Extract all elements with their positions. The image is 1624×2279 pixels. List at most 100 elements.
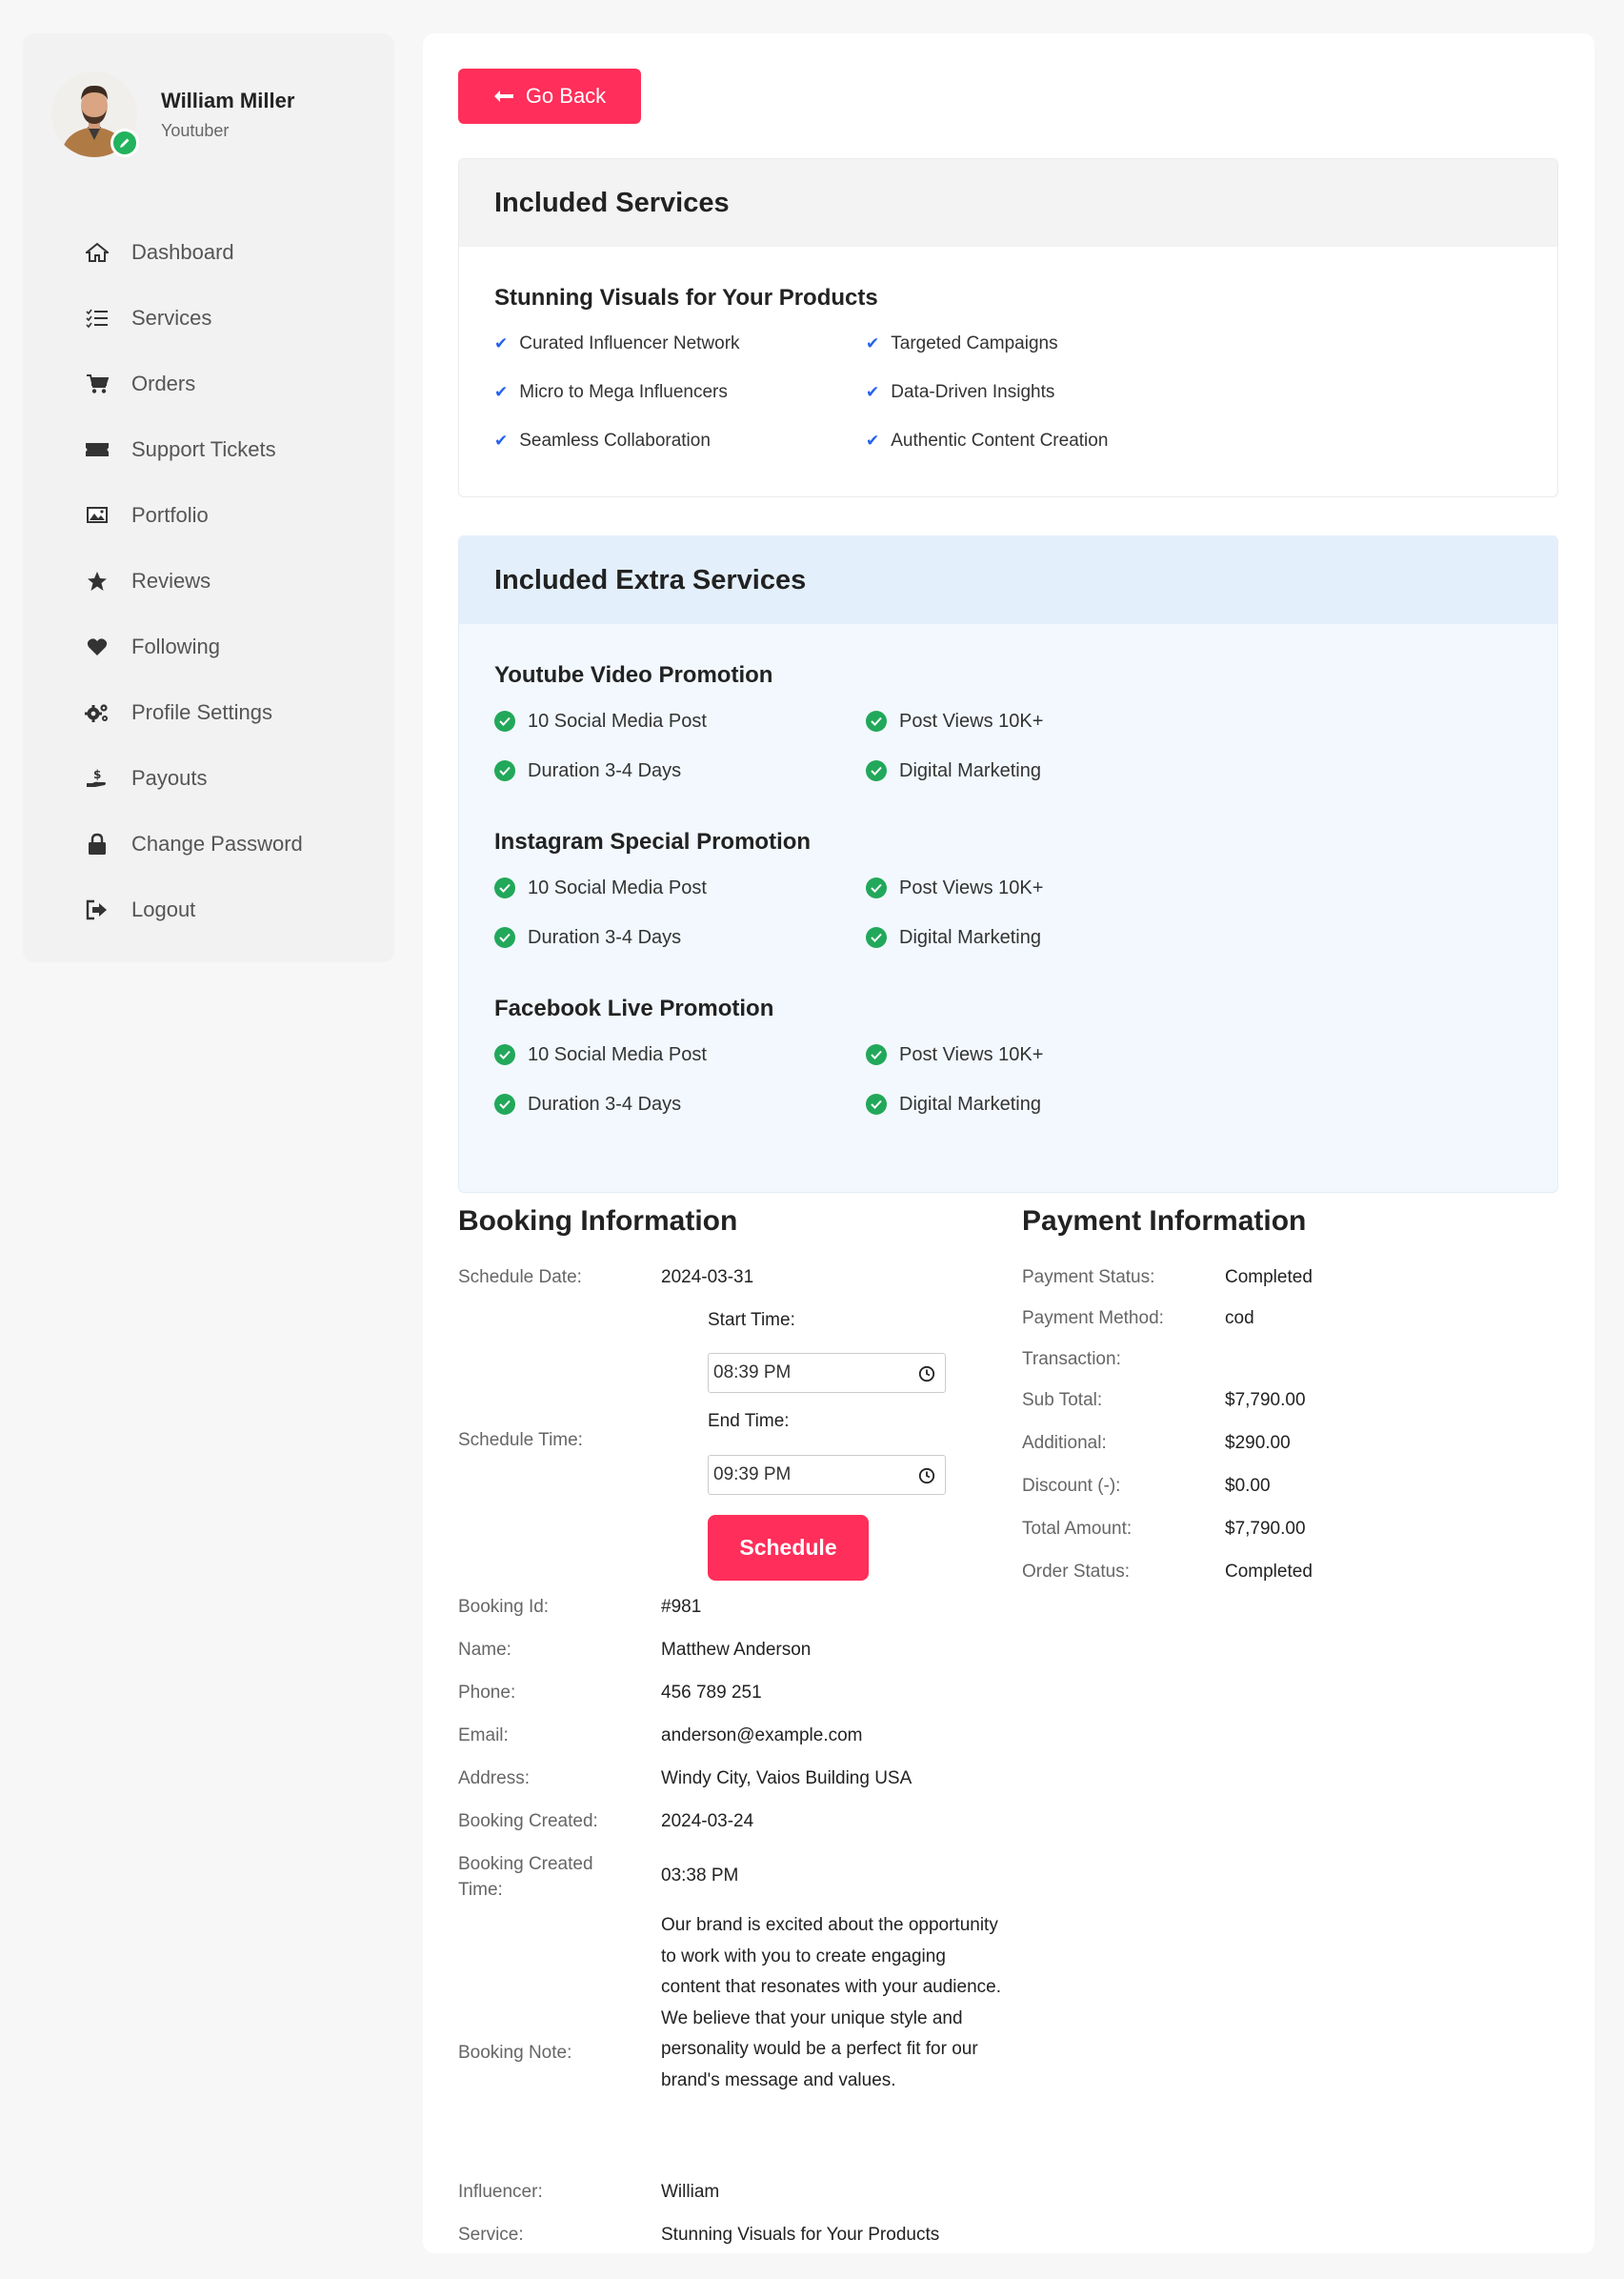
booking-created-time-value: 03:38 PM <box>661 1866 739 1886</box>
page: William Miller Youtuber Dashboard Servic… <box>0 0 1624 2279</box>
booking-created-label: Booking Created: <box>458 1811 598 1831</box>
list-item-label: Micro to Mega Influencers <box>519 382 728 402</box>
included-services-card: Included Services Stunning Visuals for Y… <box>458 158 1558 497</box>
list-item: Duration 3-4 Days <box>494 759 866 782</box>
included-services-header: Included Services <box>459 159 1557 247</box>
list-item: ✔ Seamless Collaboration <box>494 431 866 452</box>
payment-information: Payment Information Payment Status: Comp… <box>1022 1205 1517 1582</box>
address-value: Windy City, Vaios Building USA <box>661 1768 912 1788</box>
sidebar-item-portfolio[interactable]: Portfolio <box>85 482 303 548</box>
sidebar-item-dashboard[interactable]: Dashboard <box>85 219 303 285</box>
sidebar-item-payouts[interactable]: $ Payouts <box>85 745 303 811</box>
check-circle-icon <box>866 711 887 732</box>
list-item: Post Views 10K+ <box>866 710 1237 733</box>
clock-icon[interactable] <box>918 1365 935 1388</box>
list-item-label: Post Views 10K+ <box>899 710 1044 732</box>
list-item-label: Seamless Collaboration <box>519 431 711 451</box>
additional-label: Additional: <box>1022 1433 1107 1453</box>
logout-icon <box>85 898 110 921</box>
extra-service-group: Facebook Live Promotion 10 Social Media … <box>494 996 1237 1116</box>
schedule-time-label: Schedule Time: <box>458 1430 583 1450</box>
phone-value: 456 789 251 <box>661 1683 762 1703</box>
list-item-label: Curated Influencer Network <box>519 333 740 353</box>
list-item: Duration 3-4 Days <box>494 1093 866 1116</box>
sub-total-value: $7,790.00 <box>1225 1390 1306 1410</box>
main-panel: Go Back Included Services Stunning Visua… <box>423 33 1594 2253</box>
sidebar-item-label: Change Password <box>131 831 303 856</box>
edit-avatar-button[interactable] <box>110 129 139 157</box>
sidebar-item-following[interactable]: Following <box>85 614 303 679</box>
clock-icon[interactable] <box>918 1467 935 1490</box>
go-back-button[interactable]: Go Back <box>458 69 641 124</box>
list-item-label: Duration 3-4 Days <box>528 1093 682 1115</box>
booking-heading: Booking Information <box>458 1205 738 1237</box>
order-status-value: Completed <box>1225 1562 1313 1582</box>
sidebar-item-logout[interactable]: Logout <box>85 877 303 942</box>
list-item: Digital Marketing <box>866 759 1237 782</box>
name-label: Name: <box>458 1640 511 1660</box>
list-item-label: Digital Marketing <box>899 926 1041 948</box>
list-item: 10 Social Media Post <box>494 710 866 733</box>
payout-icon: $ <box>85 767 110 790</box>
total-amount-value: $7,790.00 <box>1225 1519 1306 1539</box>
email-value: anderson@example.com <box>661 1725 863 1745</box>
profile-header: William Miller Youtuber <box>51 71 294 157</box>
profile-name: William Miller <box>161 88 295 112</box>
list-item-label: Digital Marketing <box>899 1093 1041 1115</box>
list-item: ✔ Authentic Content Creation <box>866 431 1237 452</box>
schedule-date-value: 2024-03-31 <box>661 1267 754 1287</box>
lock-icon <box>85 833 110 856</box>
list-item: ✔ Curated Influencer Network <box>494 333 866 354</box>
booking-created-value: 2024-03-24 <box>661 1811 754 1831</box>
sidebar-item-profile-settings[interactable]: Profile Settings <box>85 679 303 745</box>
extra-services-card: Included Extra Services Youtube Video Pr… <box>458 535 1558 1193</box>
home-icon <box>85 241 110 264</box>
star-icon <box>85 570 110 593</box>
extra-service-group: Instagram Special Promotion 10 Social Me… <box>494 829 1237 949</box>
list-item-label: 10 Social Media Post <box>528 877 707 898</box>
schedule-date-label: Schedule Date: <box>458 1267 582 1287</box>
end-time-input[interactable]: 09:39 PM <box>708 1455 946 1495</box>
arrow-left-icon <box>493 90 514 103</box>
email-label: Email: <box>458 1725 509 1745</box>
booking-note-value: Our brand is excited about the opportuni… <box>661 1915 1002 2090</box>
avatar[interactable] <box>51 71 139 157</box>
list-icon <box>85 307 110 330</box>
list-item: ✔ Micro to Mega Influencers <box>494 382 866 403</box>
discount-value: $0.00 <box>1225 1476 1271 1496</box>
payment-method-label: Payment Method: <box>1022 1308 1164 1328</box>
sidebar-item-services[interactable]: Services <box>85 285 303 351</box>
extra-group-title: Instagram Special Promotion <box>494 829 812 855</box>
list-item: 10 Social Media Post <box>494 1043 866 1066</box>
list-item-label: 10 Social Media Post <box>528 710 707 732</box>
check-circle-icon <box>494 1044 515 1065</box>
list-item-label: Post Views 10K+ <box>899 877 1044 898</box>
sidebar-item-reviews[interactable]: Reviews <box>85 548 303 614</box>
additional-value: $290.00 <box>1225 1433 1291 1453</box>
payment-method-value: cod <box>1225 1308 1254 1328</box>
sidebar-item-change-password[interactable]: Change Password <box>85 811 303 877</box>
check-icon: ✔ <box>494 383 509 401</box>
booking-information: Booking Information Schedule Date: 2024-… <box>458 1205 1001 2245</box>
payment-heading: Payment Information <box>1022 1205 1307 1237</box>
booking-created-time-label-2: Time: <box>458 1880 503 1900</box>
list-item: Post Views 10K+ <box>866 877 1237 899</box>
sidebar-item-orders[interactable]: Orders <box>85 351 303 416</box>
list-item: ✔ Data-Driven Insights <box>866 382 1237 403</box>
sidebar-item-support-tickets[interactable]: Support Tickets <box>85 416 303 482</box>
cart-icon <box>85 373 110 395</box>
schedule-button[interactable]: Schedule <box>708 1515 869 1581</box>
go-back-label: Go Back <box>525 84 607 108</box>
start-time-input[interactable]: 08:39 PM <box>708 1353 946 1393</box>
check-circle-icon <box>866 760 887 781</box>
check-circle-icon <box>866 927 887 948</box>
sidebar-item-label: Support Tickets <box>131 436 276 461</box>
list-item: Post Views 10K+ <box>866 1043 1237 1066</box>
extra-group-title: Youtube Video Promotion <box>494 662 773 688</box>
heart-icon <box>85 635 110 658</box>
check-circle-icon <box>494 927 515 948</box>
extra-service-group: Youtube Video Promotion 10 Social Media … <box>494 662 1237 782</box>
extra-services-header: Included Extra Services <box>459 536 1557 624</box>
list-item-label: Post Views 10K+ <box>899 1043 1044 1065</box>
sidebar-item-label: Reviews <box>131 568 211 593</box>
